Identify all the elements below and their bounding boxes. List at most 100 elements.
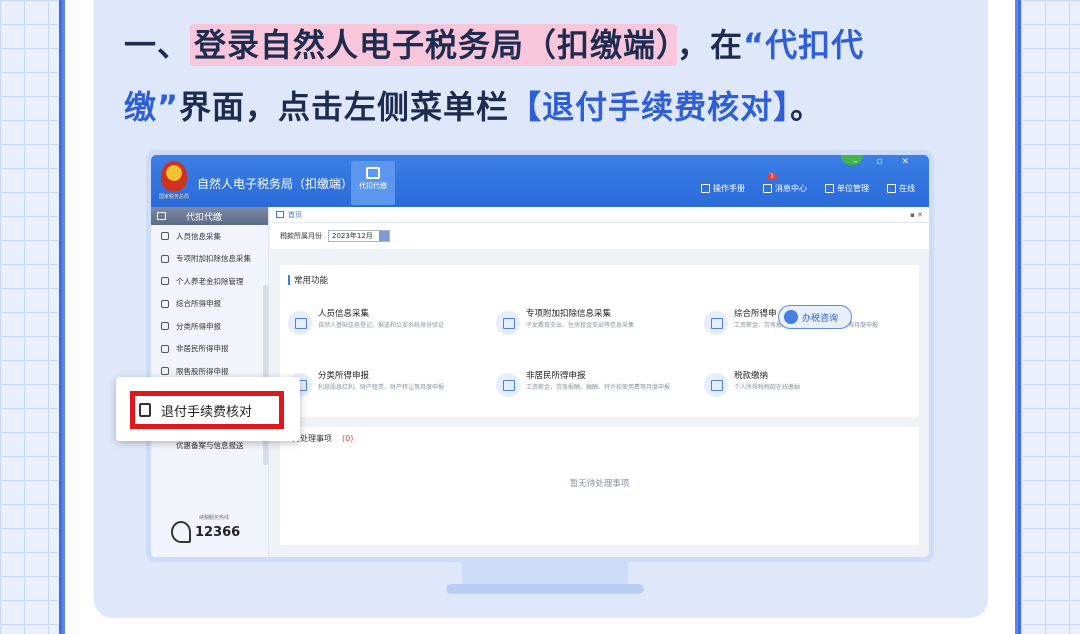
function-title: 分类所得申报 [318, 371, 370, 381]
pending-count: (0) [342, 434, 354, 443]
refund-fee-label: 退付手续费核对 [161, 404, 253, 420]
line2-end: 。 [790, 88, 824, 126]
sidebar-item-comprehensive[interactable]: 综合所得申报 [151, 293, 268, 316]
main-content: 首页 ▪ ✕ 税款所属月份 2023年12月 常用功能 人员信息采集 自然人基础… [270, 207, 929, 557]
pending-panel: 待处理事项 (0) 暂无待处理事项 [280, 427, 919, 545]
hotline: 纳税服务热线 12366 [171, 514, 240, 543]
person-icon [161, 232, 169, 241]
function-title: 税款缴纳 [734, 371, 769, 381]
checklist-icon [139, 403, 151, 417]
message-label: 消息中心 [775, 184, 807, 193]
function-tax-payment[interactable]: 税款缴纳 个人所得税税款在线缴纳 [704, 367, 904, 407]
app-titlebar: 国家税务总局 自然人电子税务局（扣缴端） 代扣代缴 71 – ▫ ✕ 1 操作手… [151, 155, 929, 207]
sidebar-item-nonresident[interactable]: 非居民所得申报 [151, 338, 268, 361]
function-title: 综合所得申 [734, 309, 777, 319]
user-icon [161, 344, 169, 353]
login-highlight: 登录自然人电子税务局（扣缴端） [190, 24, 678, 66]
function-desc: 工资薪金、劳务报酬、稿酬、特许权使用费等月度申报 [526, 384, 671, 391]
sidebar-item-label: 综合所得申报 [176, 299, 221, 309]
step-prefix: 一、 [124, 26, 191, 64]
sidebar-item-classified[interactable]: 分类所得申报 [151, 315, 268, 338]
period-row: 税款所属月份 2023年12月 [270, 223, 929, 249]
consult-button[interactable]: 办税咨询 [778, 305, 852, 329]
wallet-icon [366, 167, 380, 179]
manual-link[interactable]: 操作手册 [701, 183, 745, 194]
right-grid-decoration [1018, 0, 1080, 634]
clock-icon [161, 322, 169, 331]
id-card-icon [288, 311, 312, 335]
pending-empty: 暂无待处理事项 [569, 479, 630, 489]
tab-withholding[interactable]: 代扣代缴 [351, 161, 395, 205]
online-link[interactable]: 在线 [887, 183, 915, 194]
chat-bubble-icon [784, 310, 798, 324]
hotline-caption: 纳税服务热线 [199, 515, 230, 521]
sidebar-item-personnel[interactable]: 人员信息采集 [151, 225, 268, 248]
function-personnel[interactable]: 人员信息采集 自然人基础信息登记、报送和公安系统身份验证 [288, 305, 488, 345]
sidebar-item-preferential-filing[interactable]: 优惠备案与信息报送 [176, 440, 244, 451]
function-title: 人员信息采集 [318, 309, 370, 319]
card-icon [161, 277, 169, 286]
toolbar-links: 操作手册 消息中心 单位管理 在线 [701, 183, 915, 194]
instruction-headline: 一、 登录自然人电子税务局（扣缴端） ，在“代扣代 缴”界面，点击左侧菜单栏【退付手… [124, 14, 964, 138]
sidebar-header-label: 代扣代缴 [186, 212, 223, 223]
panel-title: 常用功能 [280, 265, 919, 286]
chat-doc-icon [496, 311, 520, 335]
document-icon [704, 311, 728, 335]
book-icon [701, 184, 710, 193]
monitor-frame: 国家税务总局 自然人电子税务局（扣缴端） 代扣代缴 71 – ▫ ✕ 1 操作手… [146, 150, 934, 562]
sidebar-item-label: 限售股所得申报 [176, 366, 229, 376]
emblem-caption: 国家税务总局 [159, 194, 190, 200]
function-classified[interactable]: 分类所得申报 利息股息红利、财产租赁、财产转让等月度申报 [288, 367, 488, 407]
sidebar-item-label: 分类所得申报 [176, 321, 221, 331]
function-title: 非居民所得申报 [526, 371, 586, 381]
function-title: 专项附加扣除信息采集 [526, 309, 612, 319]
consult-label: 办税咨询 [802, 313, 839, 324]
sidebar-item-special-deduction[interactable]: 专项附加扣除信息采集 [151, 248, 268, 271]
monitor-stand [462, 562, 628, 586]
function-desc: 个人所得税税款在线缴纳 [734, 384, 801, 391]
sidebar-menu: 人员信息采集 专项附加扣除信息采集 个人养老金扣除管理 综合所得申报 分类所得申… [151, 225, 268, 383]
quote-start: “代扣代 [743, 26, 865, 64]
sidebar-item-label: 非居民所得申报 [176, 344, 229, 354]
function-special-deduction[interactable]: 专项附加扣除信息采集 子女教育支出、住房租金支出等信息采集 [496, 305, 696, 345]
chat-icon [887, 184, 896, 193]
sidebar-item-pension[interactable]: 个人养老金扣除管理 [151, 270, 268, 293]
chart-icon [161, 367, 169, 376]
function-desc: 子女教育支出、住房租金支出等信息采集 [526, 322, 635, 329]
monitor-base [446, 584, 644, 594]
sidebar-header: 代扣代缴 [151, 207, 268, 225]
window-controls[interactable]: – ▫ ✕ [853, 157, 917, 167]
function-desc: 自然人基础信息登记、报送和公安系统身份验证 [318, 322, 445, 329]
function-desc: 利息股息红利、财产租赁、财产转让等月度申报 [318, 384, 445, 391]
pending-title: 待处理事项 (0) [280, 427, 919, 444]
headset-icon [171, 521, 191, 543]
home-icon[interactable] [276, 211, 284, 218]
function-nonresident[interactable]: 非居民所得申报 工资薪金、劳务报酬、稿酬、特许权使用费等月度申报 [496, 367, 696, 407]
unit-label: 单位管理 [837, 184, 869, 193]
message-center-link[interactable]: 消息中心 [763, 183, 807, 194]
pencil-icon [496, 373, 520, 397]
app-title: 自然人电子税务局（扣缴端） [197, 177, 354, 191]
sidebar-item-label: 个人养老金扣除管理 [176, 276, 244, 286]
period-value: 2023年12月 [332, 232, 373, 240]
line1-suffix: ，在 [677, 26, 744, 64]
unit-management-link[interactable]: 单位管理 [825, 183, 869, 194]
line2-mid: 界面，点击左侧菜单栏 [179, 88, 510, 126]
common-functions-panel: 常用功能 人员信息采集 自然人基础信息登记、报送和公安系统身份验证 专项附加扣除… [280, 265, 919, 417]
period-label: 税款所属月份 [280, 232, 322, 240]
menu-bracket: 【退付手续费核对】 [509, 88, 791, 126]
layers-icon [161, 299, 169, 308]
building-icon [825, 184, 834, 193]
quote-end: 缴” [124, 88, 180, 126]
tab-withholding-label: 代扣代缴 [359, 182, 387, 190]
refund-fee-menu-item[interactable]: 退付手续费核对 [130, 391, 284, 429]
breadcrumb: 首页 ▪ ✕ [270, 207, 929, 223]
manual-label: 操作手册 [713, 184, 745, 193]
breadcrumb-home[interactable]: 首页 [288, 210, 302, 220]
menu-toggle-icon[interactable] [157, 212, 166, 220]
online-label: 在线 [899, 184, 915, 193]
panel-window-buttons[interactable]: ▪ ✕ [910, 211, 923, 219]
sidebar-item-label: 人员信息采集 [176, 231, 221, 241]
period-select[interactable]: 2023年12月 [328, 230, 390, 242]
calendar-icon[interactable] [379, 231, 389, 241]
